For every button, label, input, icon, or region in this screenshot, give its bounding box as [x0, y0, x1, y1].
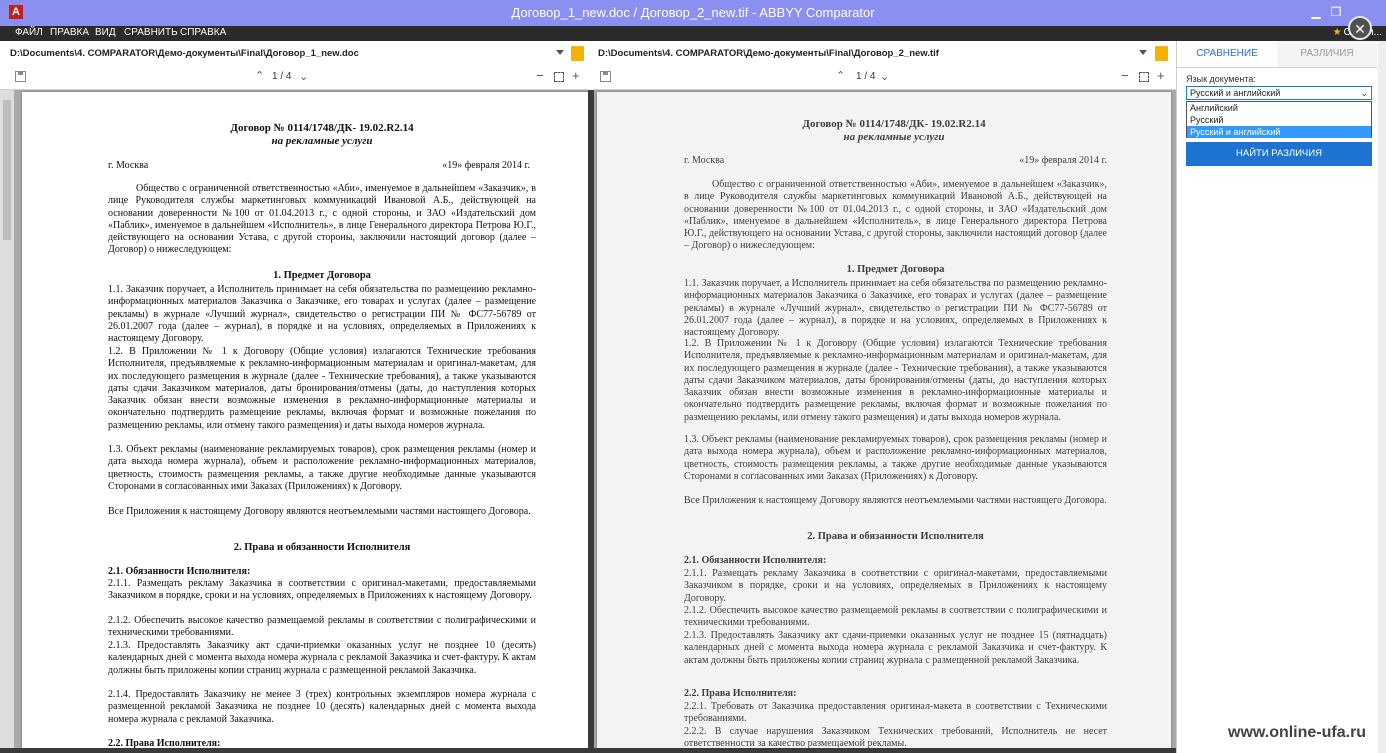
window-title: Договор_1_new.doc / Договор_2_new.tif - …	[511, 5, 875, 20]
doc1-intro: Общество с ограниченной ответственностью…	[108, 183, 536, 256]
doc2-sub-2-2: 2.2. Права Исполнителя:	[684, 688, 797, 699]
sidebar-tabs: СРАВНЕНИЕ РАЗЛИЧИЯ	[1177, 41, 1377, 68]
right-page: Договор № 0114/1748/ДК- 19.02.R2.14 на р…	[597, 92, 1171, 748]
right-zoom-in-icon[interactable]: +	[1157, 68, 1165, 83]
right-document-viewer[interactable]: Договор № 0114/1748/ДК- 19.02.R2.14 на р…	[594, 90, 1176, 748]
tab-compare[interactable]: СРАВНЕНИЕ	[1177, 41, 1278, 67]
doc1-p2-1-3: 2.1.3. Предоставлять Заказчику акт сдачи…	[108, 640, 536, 676]
language-option-english[interactable]: Английский	[1187, 102, 1371, 114]
doc2-intro: Общество с ограниченной ответственностью…	[684, 179, 1107, 252]
sidebar-scrollbar[interactable]	[1378, 41, 1386, 753]
doc1-section-2: 2. Права и обязанности Исполнителя	[233, 542, 411, 553]
minimize-button[interactable]: ▁	[1305, 3, 1327, 21]
left-pane-header: D:\Documents\4. COMPARATOR\Демо-документ…	[0, 41, 588, 68]
doc2-date: «19» февраля 2014 г.	[1019, 155, 1107, 166]
doc2-p2-2-1: 2.2.1. Требовать от Заказчика предоставл…	[684, 701, 1107, 725]
doc1-p1-2: 1.2. В Приложении № 1 к Договору (Общие …	[108, 346, 536, 431]
doc2-p1-1: 1.1. Заказчик поручает, а Исполнитель пр…	[684, 278, 1107, 339]
menu-help[interactable]: СПРАВКА	[180, 27, 226, 38]
doc2-section-2: 2. Права и обязанности Исполнителя	[807, 531, 984, 542]
right-page-indicator: 1 / 4	[856, 71, 876, 82]
watermark: www.online-ufa.ru	[1228, 724, 1367, 741]
doc1-p1-3: 1.3. Объект рекламы (наименование реклам…	[108, 444, 536, 492]
left-scrollbar[interactable]	[0, 90, 14, 748]
right-file-path[interactable]: D:\Documents\4. COMPARATOR\Демо-документ…	[598, 48, 939, 59]
right-path-dropdown-icon[interactable]	[1139, 50, 1147, 55]
doc1-section-1: 1. Предмет Договора	[273, 270, 371, 281]
menu-view[interactable]: ВИД	[95, 27, 116, 38]
maximize-button[interactable]: ❐	[1325, 3, 1347, 21]
left-file-path[interactable]: D:\Documents\4. COMPARATOR\Демо-документ…	[10, 48, 359, 59]
doc2-subtitle: на рекламные услуги	[843, 131, 945, 143]
doc2-p2-1-2: 2.1.2. Обеспечить высокое качество разме…	[684, 605, 1107, 629]
doc2-section-1: 1. Предмет Договора	[846, 264, 945, 275]
doc2-p1-3: 1.3. Объект рекламы (наименование реклам…	[684, 434, 1107, 482]
left-scrollbar-thumb[interactable]	[3, 100, 11, 240]
right-open-folder-icon[interactable]	[1155, 46, 1168, 61]
menu-compare[interactable]: СРАВНИТЬ	[124, 27, 178, 38]
doc1-sub-2-2: 2.2. Права Исполнителя:	[108, 738, 221, 748]
left-prev-page-icon[interactable]: ⌃	[255, 69, 264, 82]
menu-bar: ФАЙЛ ПРАВКА ВИД СРАВНИТЬ СПРАВКА ★Оцени.…	[0, 26, 1386, 41]
doc2-sub-2-1: 2.1. Обязанности Исполнителя:	[684, 555, 827, 566]
doc1-title: Договор № 0114/1748/ДК- 19.02.R2.14	[230, 122, 414, 134]
left-page-indicator: 1 / 4	[272, 71, 292, 82]
title-bar: A Договор_1_new.doc / Договор_2_new.tif …	[0, 0, 1386, 26]
right-next-page-icon[interactable]: ⌃	[880, 69, 889, 82]
left-open-folder-icon[interactable]	[571, 46, 584, 61]
document-language-label: Язык документа:	[1186, 74, 1256, 84]
left-fit-page-icon[interactable]	[554, 72, 564, 82]
doc2-title: Договор № 0114/1748/ДК- 19.02.R2.14	[802, 118, 986, 130]
left-toolbar: ⌃ 1 / 4 ⌃ − +	[0, 67, 588, 90]
doc2-city: г. Москва	[684, 155, 725, 166]
find-differences-button[interactable]: НАЙТИ РАЗЛИЧИЯ	[1186, 142, 1372, 166]
doc1-date: «19» февраля 2014 г.	[442, 160, 530, 171]
left-document-viewer[interactable]: Договор № 0114/1748/ДК- 19.02.R2.14 на р…	[0, 90, 588, 748]
doc2-p2-2-2: 2.2.2. В случае нарушения Заказчиком Тех…	[684, 726, 1107, 748]
language-dropdown-list: Английский Русский Русский и английский	[1186, 101, 1372, 138]
language-selected-value: Русский и английский	[1190, 88, 1281, 98]
left-path-dropdown-icon[interactable]	[556, 50, 564, 55]
right-toolbar: ⌃ 1 / 4 ⌃ − +	[594, 67, 1176, 90]
document-language-select[interactable]: Русский и английский ⌄	[1186, 86, 1372, 100]
doc1-sub-2-1: 2.1. Обязанности Исполнителя:	[108, 566, 251, 577]
chevron-down-icon: ⌄	[1360, 88, 1368, 98]
overlay-close-icon[interactable]: ✕	[1348, 16, 1372, 40]
language-option-russian[interactable]: Русский	[1187, 114, 1371, 126]
menu-file[interactable]: ФАЙЛ	[15, 27, 43, 38]
right-pane-header: D:\Documents\4. COMPARATOR\Демо-документ…	[594, 41, 1176, 68]
doc1-p2-1-4: 2.1.4. Предоставлять Заказчику не менее …	[108, 689, 536, 725]
right-prev-page-icon[interactable]: ⌃	[836, 69, 845, 82]
left-zoom-out-icon[interactable]: −	[536, 68, 544, 83]
right-fit-page-icon[interactable]	[1139, 72, 1149, 82]
right-zoom-out-icon[interactable]: −	[1121, 68, 1129, 83]
doc1-p1-4: Все Приложения к настоящему Договору явл…	[108, 506, 531, 517]
doc1-subtitle: на рекламные услуги	[271, 135, 373, 147]
status-bar	[0, 748, 1176, 753]
right-save-icon[interactable]	[600, 71, 611, 82]
doc1-p1-1: 1.1. Заказчик поручает, а Исполнитель пр…	[108, 284, 536, 345]
doc2-p2-1-3: 2.1.3. Предоставлять Заказчику акт сдачи…	[684, 630, 1107, 666]
doc2-p1-4: Все Приложения к настоящему Договору явл…	[684, 495, 1107, 506]
doc1-city: г. Москва	[108, 160, 149, 171]
tab-differences[interactable]: РАЗЛИЧИЯ	[1277, 41, 1377, 67]
left-next-page-icon[interactable]: ⌃	[299, 69, 308, 82]
left-page: Договор № 0114/1748/ДК- 19.02.R2.14 на р…	[22, 92, 588, 748]
left-save-icon[interactable]	[15, 71, 26, 82]
doc2-p1-2: 1.2. В Приложении № 1 к Договору (Общие …	[684, 338, 1107, 423]
doc1-p2-1-1: 2.1.1. Размещать рекламу Заказчика в соо…	[108, 578, 536, 602]
comparison-sidebar: СРАВНЕНИЕ РАЗЛИЧИЯ Язык документа: Русск…	[1176, 41, 1386, 753]
menu-edit[interactable]: ПРАВКА	[50, 27, 89, 38]
doc2-p2-1-1: 2.1.1. Размещать рекламу Заказчика в соо…	[684, 568, 1107, 604]
star-icon: ★	[1332, 27, 1342, 38]
left-zoom-in-icon[interactable]: +	[572, 68, 580, 83]
doc1-p2-1-2: 2.1.2. Обеспечить высокое качество разме…	[108, 615, 536, 639]
language-option-russian-english[interactable]: Русский и английский	[1187, 126, 1371, 138]
